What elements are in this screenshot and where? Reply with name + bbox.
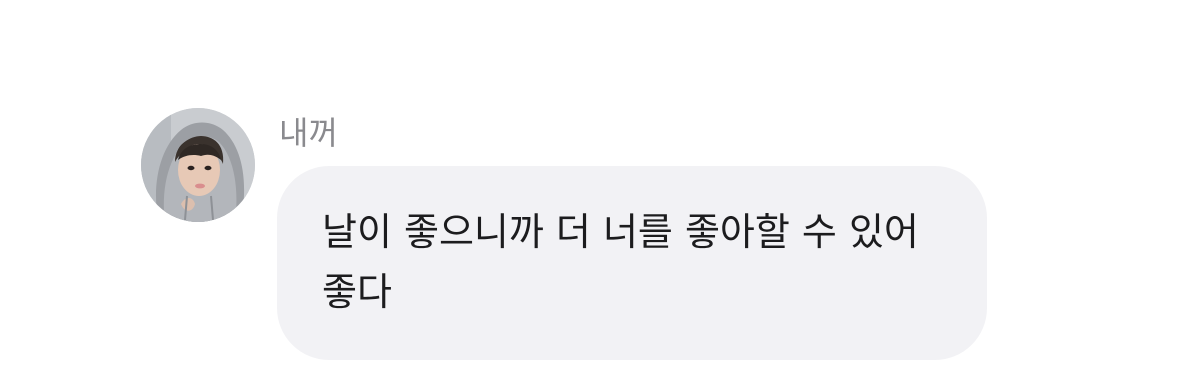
sender-name: 내꺼	[279, 114, 338, 152]
avatar-photo-icon	[141, 108, 255, 222]
message-bubble[interactable]: 날이 좋으니까 더 너를 좋아할 수 있어 좋다	[277, 166, 987, 360]
avatar[interactable]	[141, 108, 255, 222]
chat-message-row: 내꺼 날이 좋으니까 더 너를 좋아할 수 있어 좋다	[0, 0, 1179, 392]
message-text: 날이 좋으니까 더 너를 좋아할 수 있어 좋다	[322, 210, 919, 314]
